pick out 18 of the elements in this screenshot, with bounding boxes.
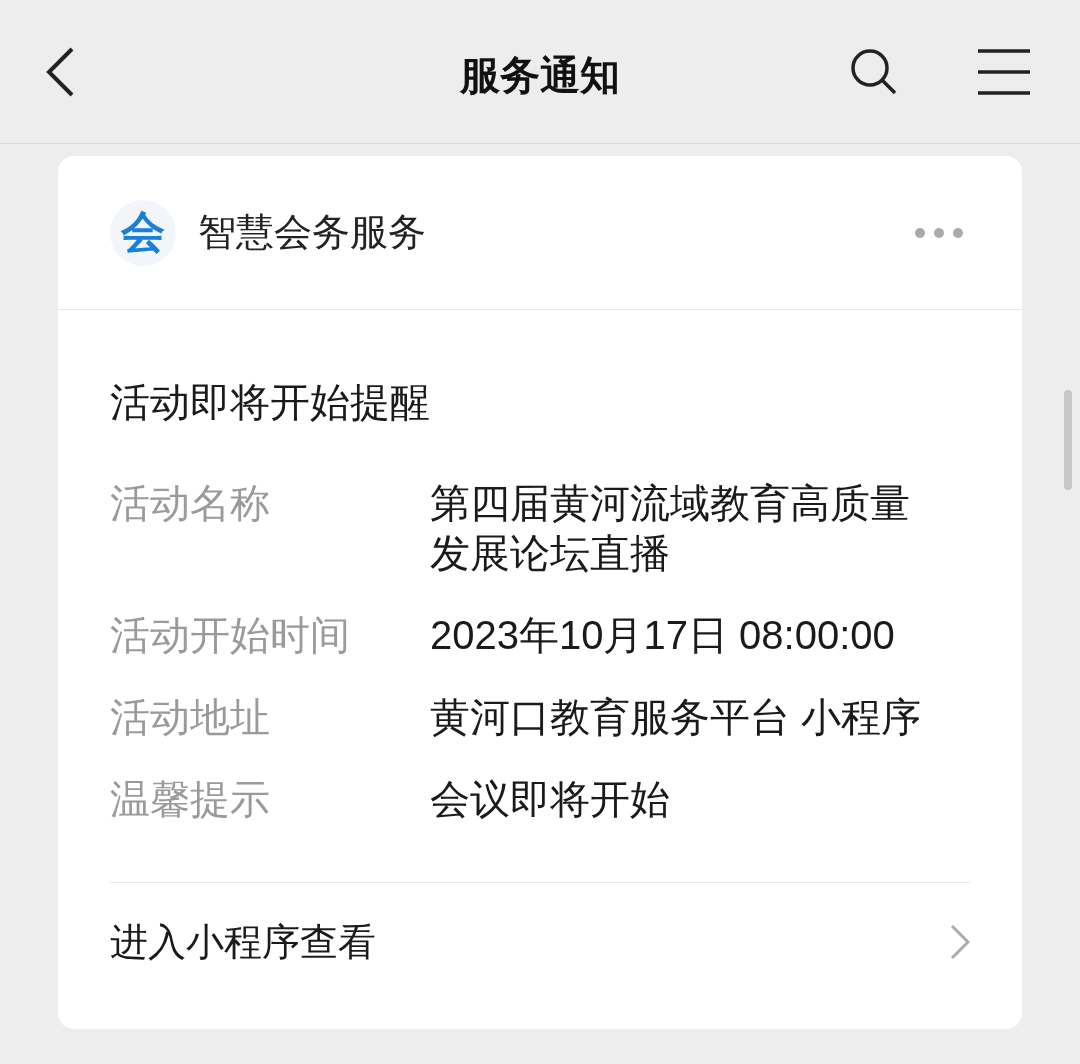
field-label: 活动开始时间 bbox=[110, 611, 351, 660]
field-label: 活动名称 bbox=[110, 479, 271, 528]
notice-title: 活动即将开始提醒 bbox=[110, 378, 431, 427]
menu-icon[interactable] bbox=[978, 48, 1030, 95]
search-icon[interactable] bbox=[850, 47, 898, 96]
service-name: 智慧会务服务 bbox=[198, 209, 427, 256]
page-title: 服务通知 bbox=[460, 51, 620, 100]
field-value: 黄河口教育服务平台 小程序 bbox=[430, 694, 923, 741]
field-label: 活动地址 bbox=[110, 693, 271, 742]
service-logo: 会 bbox=[110, 199, 176, 266]
open-link[interactable]: 进入小程序查看 bbox=[110, 883, 970, 1001]
chevron-icon bbox=[950, 924, 970, 960]
field-label: 温馨提示 bbox=[110, 775, 271, 824]
scrollbar[interactable] bbox=[1064, 390, 1072, 490]
field-value: 第四届黄河流域教育高质量发展论坛直播 bbox=[430, 480, 911, 577]
field-value: 会议即将开始 bbox=[430, 776, 671, 823]
back-icon[interactable] bbox=[44, 45, 76, 98]
field-value: 2023年10月17日 08:00:00 bbox=[430, 612, 896, 659]
